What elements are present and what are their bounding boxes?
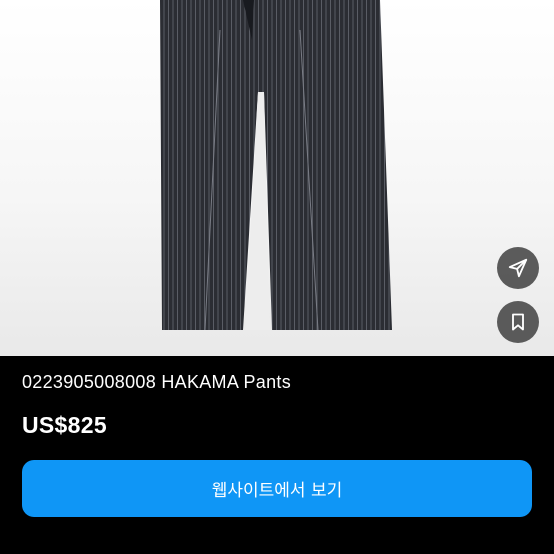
product-title: 0223905008008 HAKAMA Pants xyxy=(22,372,291,392)
bookmark-icon xyxy=(512,313,524,331)
bookmark-button[interactable] xyxy=(497,301,539,343)
product-image-area[interactable] xyxy=(0,0,554,356)
product-info: 0223905008008 HAKAMA Pants US$825 웹사이트에서… xyxy=(0,356,554,554)
product-image xyxy=(160,0,392,331)
product-price: US$825 xyxy=(22,412,107,438)
view-website-label: 웹사이트에서 보기 xyxy=(211,481,343,501)
share-button[interactable] xyxy=(497,247,539,289)
view-website-button[interactable]: 웹사이트에서 보기 xyxy=(22,460,532,517)
send-icon xyxy=(508,258,528,278)
